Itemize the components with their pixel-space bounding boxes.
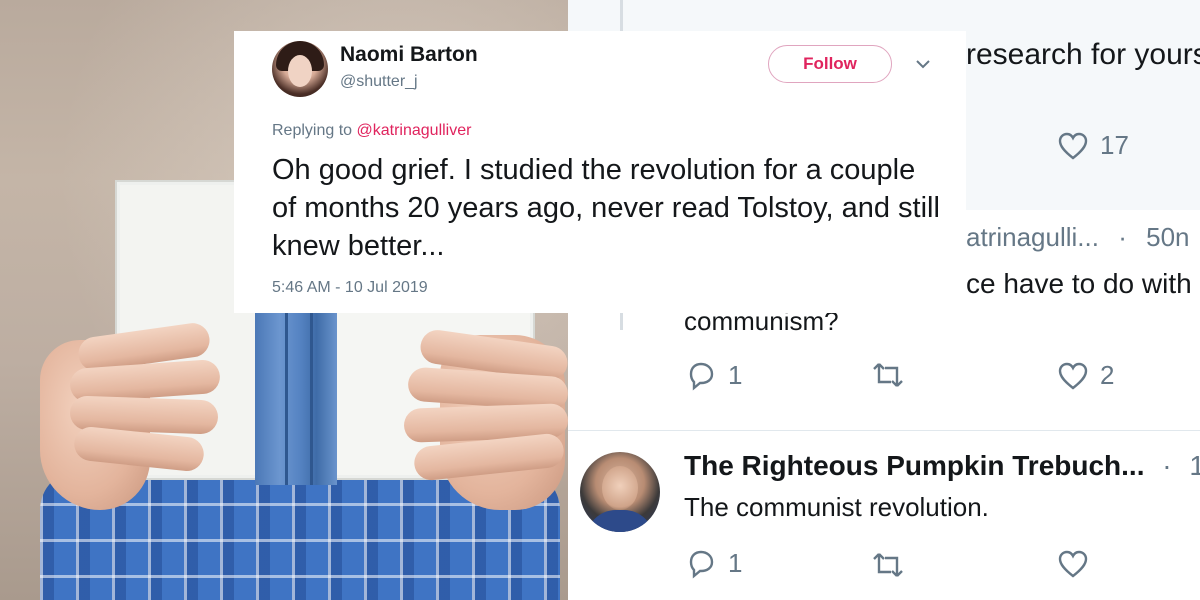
like-icon	[1058, 132, 1088, 160]
mention-link[interactable]: @katrinagulliver	[357, 122, 472, 139]
chevron-down-icon[interactable]	[914, 57, 932, 71]
avatar[interactable]	[580, 452, 660, 532]
retweet-icon	[871, 552, 905, 578]
like-count: 17	[1100, 130, 1129, 160]
tweet-divider	[568, 430, 1200, 431]
tweet-text-fragment: research for yourse	[966, 38, 1200, 71]
tweet-text: Oh good grief. I studied the revolution …	[272, 154, 940, 262]
tweet-text: The communist revolution.	[684, 492, 989, 522]
tweet-time[interactable]: 13n	[1189, 450, 1200, 481]
like-icon	[1058, 362, 1088, 390]
reply-icon	[686, 361, 716, 391]
avatar[interactable]	[272, 41, 328, 97]
reply-count: 1	[728, 360, 743, 390]
like-stat[interactable]: 17	[1058, 130, 1129, 161]
tweet-time[interactable]: 50n	[1146, 222, 1189, 252]
follow-button[interactable]: Follow	[768, 45, 892, 83]
separator-dot: ·	[1162, 450, 1172, 481]
like-count: 2	[1100, 360, 1115, 390]
replying-prefix: Replying to	[272, 122, 353, 139]
tweet-timestamp[interactable]: 5:46 AM - 10 Jul 2019	[272, 279, 428, 297]
reply-stat[interactable]: 1	[686, 360, 742, 391]
tweet-card: Naomi Barton @shutter_j Follow Replying …	[234, 31, 966, 313]
retweet-icon	[871, 362, 905, 388]
separator-dot: ·	[1118, 222, 1127, 252]
reply-icon	[686, 549, 716, 579]
author-display-name[interactable]: The Righteous Pumpkin Trebuch...	[684, 450, 1144, 481]
author-display-name[interactable]: Naomi Barton	[340, 43, 478, 67]
reply-count: 1	[728, 548, 743, 578]
author-handle[interactable]: atrinagulli...	[966, 222, 1099, 252]
tweet-header: The Righteous Pumpkin Trebuch... · 13n	[684, 450, 1200, 482]
like-stat[interactable]: 2	[1058, 360, 1114, 391]
tweet-text-fragment: ce have to do with	[966, 268, 1192, 299]
retweet-stat[interactable]	[871, 362, 905, 388]
reply-stat[interactable]: 1	[686, 548, 742, 579]
author-handle[interactable]: @shutter_j	[340, 73, 418, 91]
tweet-header-fragment: atrinagulli... · 50n	[966, 222, 1190, 253]
like-icon	[1058, 550, 1088, 578]
retweet-stat[interactable]	[871, 552, 905, 578]
replying-to-line: Replying to @katrinagulliver	[272, 122, 471, 140]
like-stat[interactable]	[1058, 550, 1088, 578]
